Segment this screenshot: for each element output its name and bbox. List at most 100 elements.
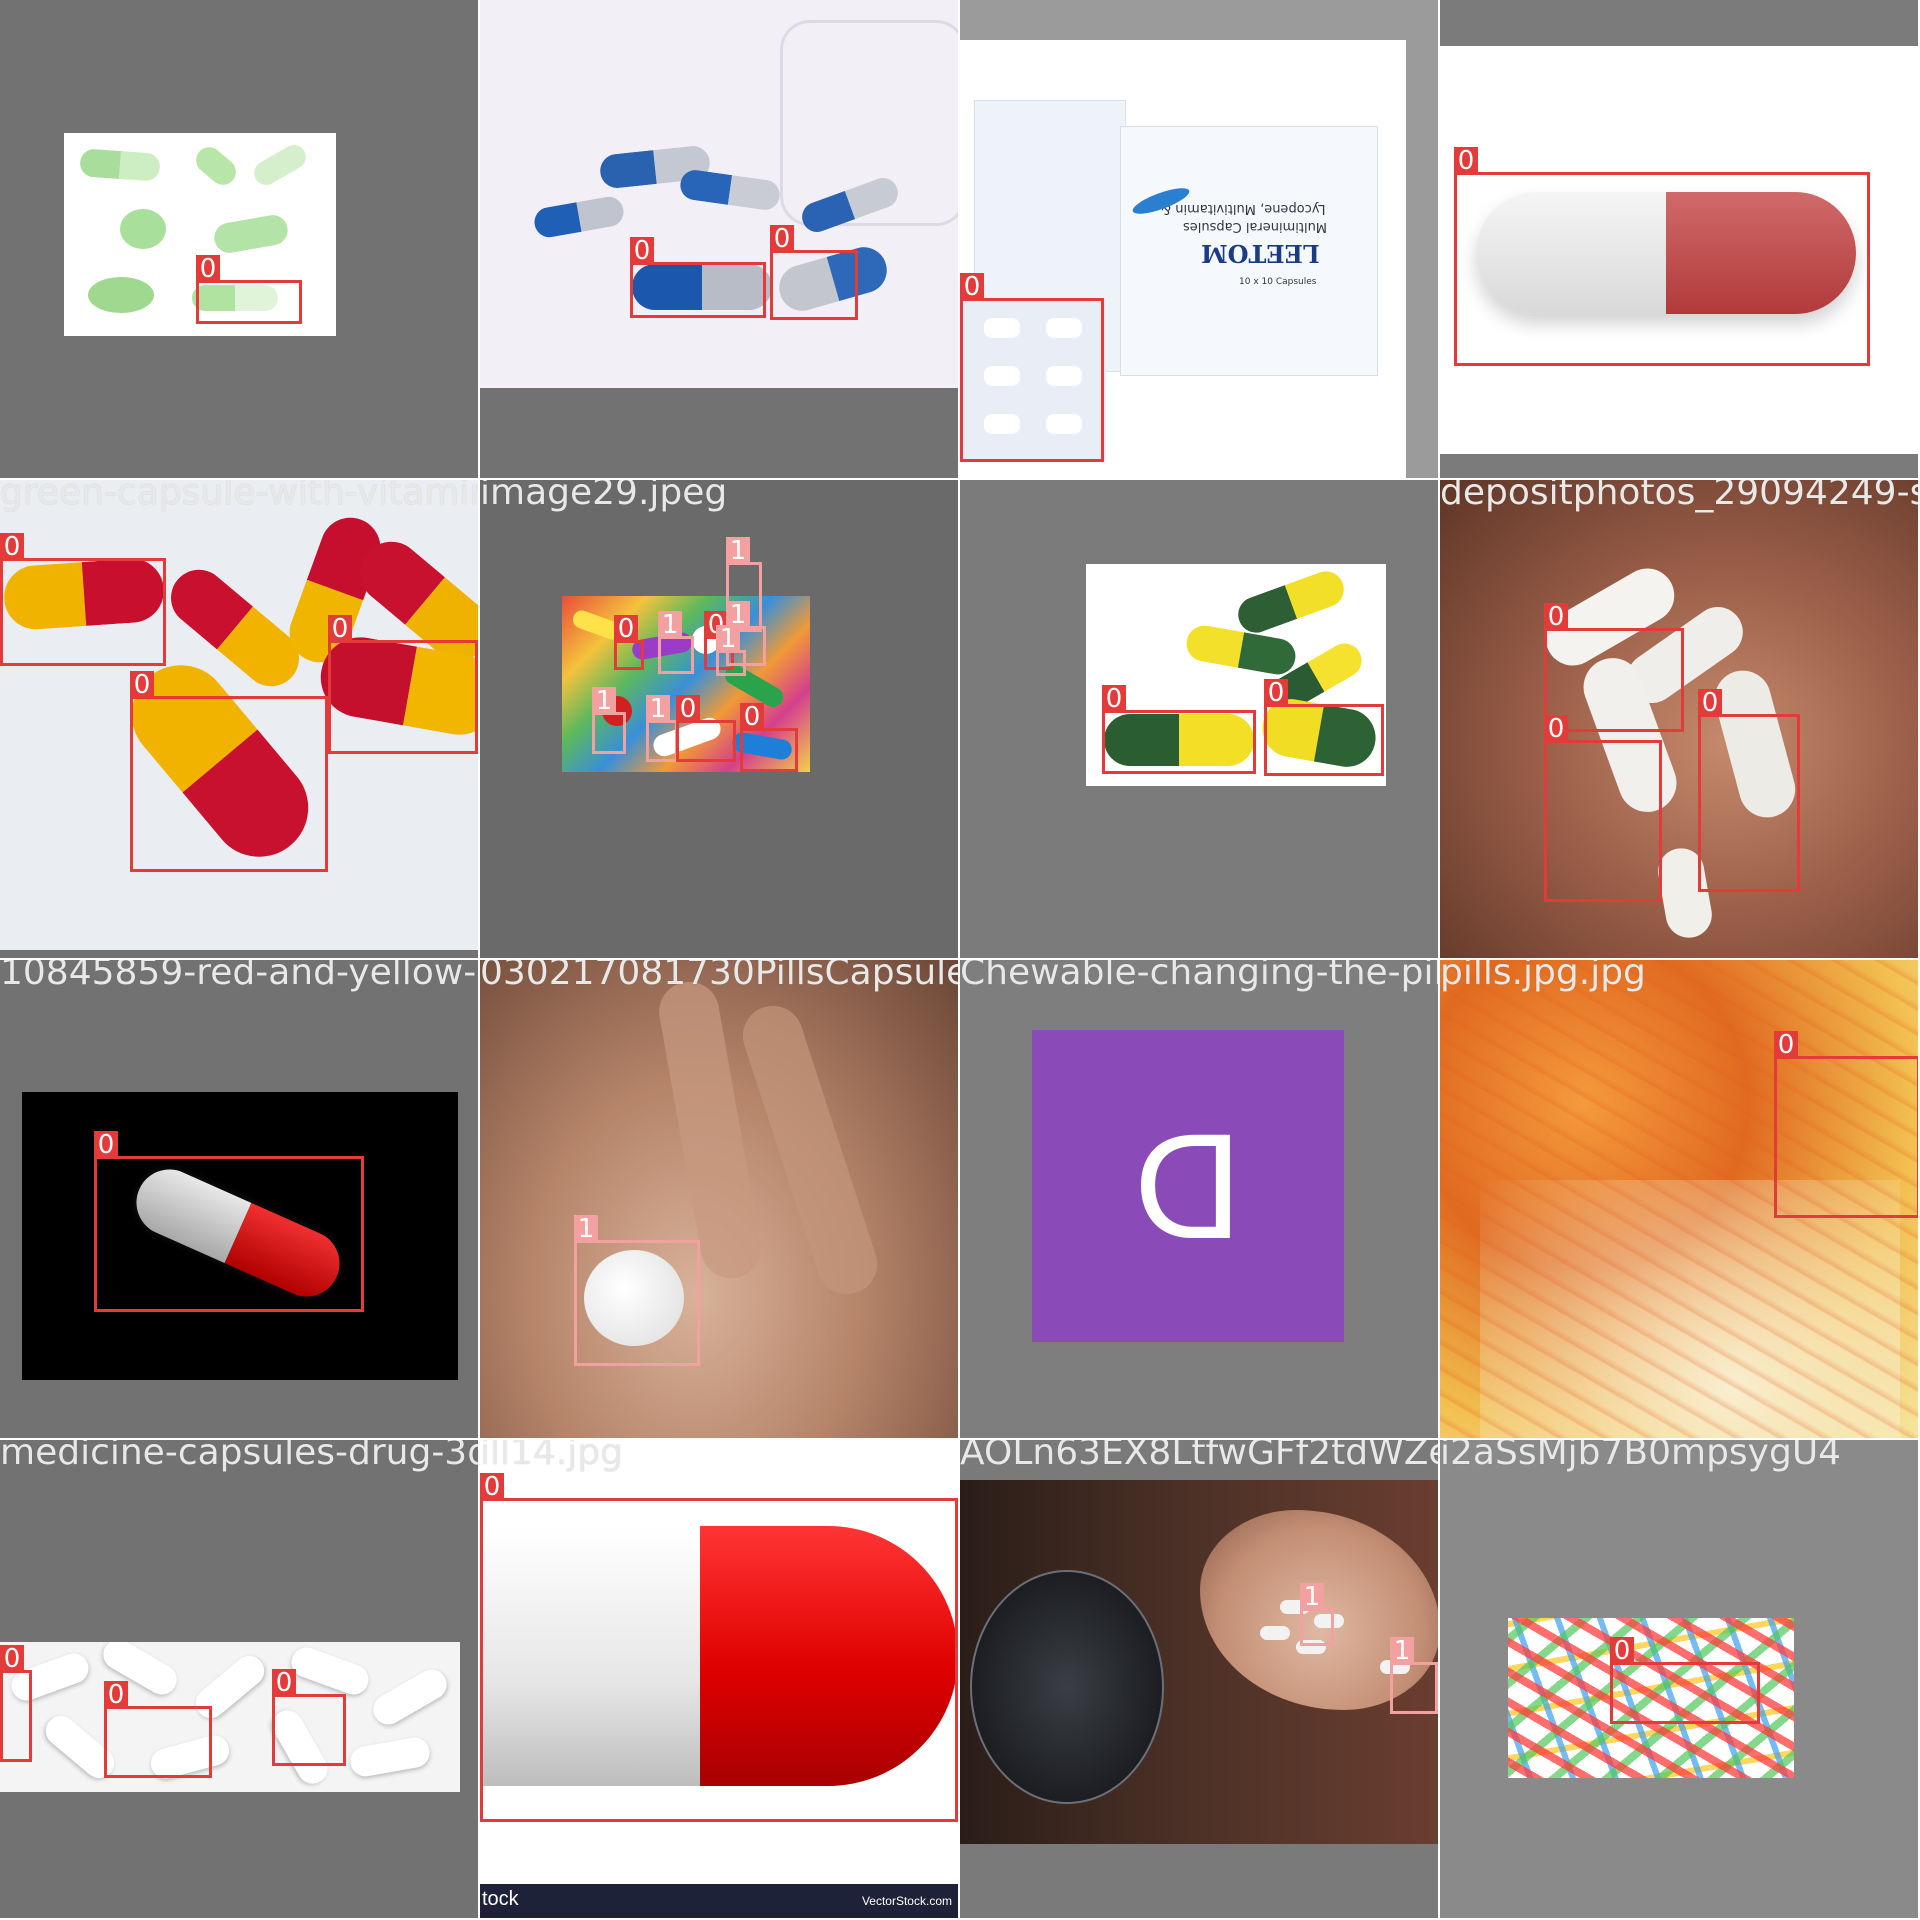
tile-photo	[480, 0, 958, 388]
mosaic-grid: 0 0 0 LEETOM Lycopene, Multivitamin & Mu…	[0, 0, 1920, 1920]
class-label: 1	[726, 537, 750, 565]
mosaic-tile: 030217081730PillsCapsulesCaplets 1	[480, 960, 958, 1438]
detection-box: 0	[328, 615, 478, 754]
mosaic-tile: pills.jpg.jpg 0	[1440, 960, 1918, 1438]
detection-box: 0	[130, 671, 328, 872]
class-label: 0	[740, 703, 764, 731]
class-label: 1	[592, 687, 616, 715]
carton-text: Multimineral Capsules	[1183, 219, 1328, 234]
tile-photo: D	[1032, 1030, 1344, 1342]
mosaic-tile: 0	[1440, 0, 1918, 478]
detection-box: 0	[614, 615, 644, 670]
image-filename: medicine-capsules-drug-3d-pill-drug-free	[0, 1440, 478, 1473]
class-label: 0	[480, 1473, 504, 1501]
class-label: 0	[676, 695, 700, 723]
mosaic-tile: image29.jpeg 1 0 1 0 1 1 1 1 0 0	[480, 480, 958, 958]
tile-photo	[0, 1642, 460, 1792]
class-label: 1	[716, 625, 740, 653]
image-filename: 10845859-red-and-yellow-capsules-on-whit…	[0, 960, 478, 993]
detection-box: 0	[740, 703, 798, 772]
image-filename: AOLn63EX8LtfwGFf2tdWZeg2g8d6C2.jpg	[960, 1440, 1438, 1473]
class-label: 0	[1610, 1637, 1634, 1665]
detection-box: 0	[104, 1681, 212, 1778]
class-label: 0	[1102, 685, 1126, 713]
class-label: 0	[328, 615, 352, 643]
class-label: 1	[1390, 1637, 1414, 1665]
detection-box: 0	[630, 237, 766, 318]
class-label: 0	[630, 237, 654, 265]
detection-box: 0	[196, 255, 302, 324]
detection-box: 0	[1102, 685, 1256, 774]
carton-brand: LEETOM	[1201, 239, 1320, 268]
detection-box: 1	[658, 611, 694, 674]
class-label: 0	[130, 671, 154, 699]
class-label: 0	[1454, 147, 1478, 175]
class-label: 0	[1544, 715, 1568, 743]
mosaic-tile: 0 0	[480, 0, 958, 478]
detection-box: 1	[574, 1215, 700, 1366]
mosaic-tile: medicine-capsules-drug-3d-pill-drug-free…	[0, 1440, 478, 1918]
carton-count: 10 x 10 Capsules	[1239, 277, 1317, 287]
detection-box: 0	[1264, 679, 1384, 776]
image-filename: ill14.jpg	[480, 1440, 623, 1473]
image-filename: 030217081730PillsCapsulesCaplets	[480, 960, 958, 993]
class-label: 0	[1698, 689, 1722, 717]
image-filename: pills.jpg.jpg	[1440, 960, 1646, 993]
detection-box: 1	[1390, 1637, 1438, 1714]
mosaic-tile: LEETOM Lycopene, Multivitamin & Multimin…	[960, 0, 1438, 478]
image-filename: Chewable-changing-the-pill.jpg	[960, 960, 1438, 993]
watermark-text: tock	[482, 1888, 519, 1910]
mosaic-tile: 0 0	[960, 480, 1438, 958]
detection-box: 0	[960, 273, 1104, 462]
detection-box: 0	[1544, 715, 1662, 902]
class-label: 1	[658, 611, 682, 639]
mosaic-tile: 0	[0, 0, 478, 478]
image-filename: depositphotos_29094249-stc	[1440, 480, 1918, 513]
detection-box: 0	[0, 1645, 32, 1762]
class-label: 0	[1264, 679, 1288, 707]
detection-box: 0	[1698, 689, 1800, 892]
class-label: 0	[0, 1645, 24, 1673]
detection-box: 0	[1454, 147, 1870, 366]
class-label: 0	[1544, 603, 1568, 631]
class-label: 0	[960, 273, 984, 301]
image-filename: image29.jpeg	[480, 480, 728, 513]
detection-box: 1	[716, 625, 746, 676]
image-filename: i2aSsMjb7B0mpsygU4	[1440, 1440, 1842, 1473]
detection-box: 0	[676, 695, 736, 762]
class-label: 1	[646, 695, 670, 723]
detection-box: 0	[0, 533, 166, 666]
class-label: 1	[1300, 1583, 1324, 1611]
mosaic-tile: AOLn63EX8LtfwGFf2tdWZeg2g8d6C2.jpg 1 1	[960, 1440, 1438, 1918]
detection-box: 0	[770, 225, 858, 320]
detection-box: 0	[1774, 1031, 1918, 1218]
mosaic-tile: 10845859-red-and-yellow-capsules-on-whit…	[0, 960, 478, 1438]
mosaic-tile: depositphotos_29094249-stc 0 0 0	[1440, 480, 1918, 958]
detection-box: 1	[592, 687, 626, 754]
class-label: 0	[614, 615, 638, 643]
class-label: 0	[1774, 1031, 1798, 1059]
tile-photo	[960, 1480, 1438, 1844]
class-label: 0	[272, 1669, 296, 1697]
detection-box: 1	[1300, 1583, 1334, 1646]
logo-letter: D	[1133, 1101, 1243, 1270]
detection-box: 0	[480, 1473, 958, 1822]
image-filename: green-capsule-with-vitamin-collage29.jpe…	[0, 480, 478, 513]
class-label: 0	[0, 533, 24, 561]
watermark-text: VectorStock.com	[861, 1894, 952, 1908]
class-label: 1	[574, 1215, 598, 1243]
detection-box: 0	[94, 1131, 364, 1312]
carton-text: Lycopene, Multivitamin &	[1161, 201, 1326, 216]
detection-box: 0	[272, 1669, 346, 1766]
class-label: 0	[196, 255, 220, 283]
mosaic-tile: tock VectorStock.com ill14.jpg 0	[480, 1440, 958, 1918]
mosaic-tile: green-capsule-with-vitamin-collage29.jpe…	[0, 480, 478, 958]
class-label: 0	[104, 1681, 128, 1709]
detection-box: 0	[1610, 1637, 1760, 1724]
mosaic-tile: D Chewable-changing-the-pill.jpg	[960, 960, 1438, 1438]
mosaic-tile: i2aSsMjb7B0mpsygU4 0	[1440, 1440, 1918, 1918]
detection-box: 1	[646, 695, 678, 762]
class-label: 0	[94, 1131, 118, 1159]
class-label: 0	[770, 225, 794, 253]
tile-photo	[480, 960, 958, 1438]
